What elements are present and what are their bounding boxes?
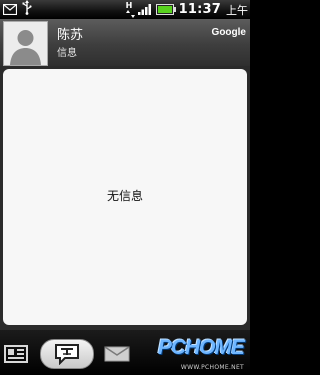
contact-name: 陈苏	[57, 28, 84, 43]
network-type-label: H	[125, 1, 133, 10]
tab-messages[interactable]	[40, 339, 94, 369]
status-bar: H 11:37 上午	[0, 0, 250, 19]
signal-icon	[137, 0, 153, 19]
usb-icon	[22, 0, 32, 19]
contact-subtitle: 信息	[57, 48, 77, 59]
envelope-icon	[104, 346, 130, 362]
content-area: 无信息	[0, 66, 250, 330]
message-bubble-icon	[55, 344, 79, 365]
bottom-tab-bar: PCHOME WWW.PCHOME.NET	[0, 330, 250, 375]
avatar[interactable]	[3, 21, 48, 66]
battery-icon	[155, 0, 176, 19]
clock-time: 11:37	[178, 2, 221, 17]
empty-state-message: 无信息	[106, 189, 143, 203]
account-provider: Google	[211, 27, 246, 38]
message-list-panel: 无信息	[3, 69, 247, 325]
pchome-watermark: PCHOME WWW.PCHOME.NET	[152, 336, 246, 372]
network-h-icon: H	[125, 1, 135, 18]
tab-email[interactable]	[102, 341, 132, 367]
watermark-url: WWW.PCHOME.NET	[180, 364, 244, 371]
mail-icon	[2, 0, 18, 19]
contact-card-icon	[4, 345, 28, 363]
person-silhouette-icon	[4, 22, 47, 65]
contact-header: 陈苏 信息 Google	[0, 19, 250, 67]
clock-ampm: 上午	[226, 3, 248, 17]
watermark-brand: PCHOME	[157, 336, 245, 359]
tab-contact-card[interactable]	[2, 341, 30, 367]
